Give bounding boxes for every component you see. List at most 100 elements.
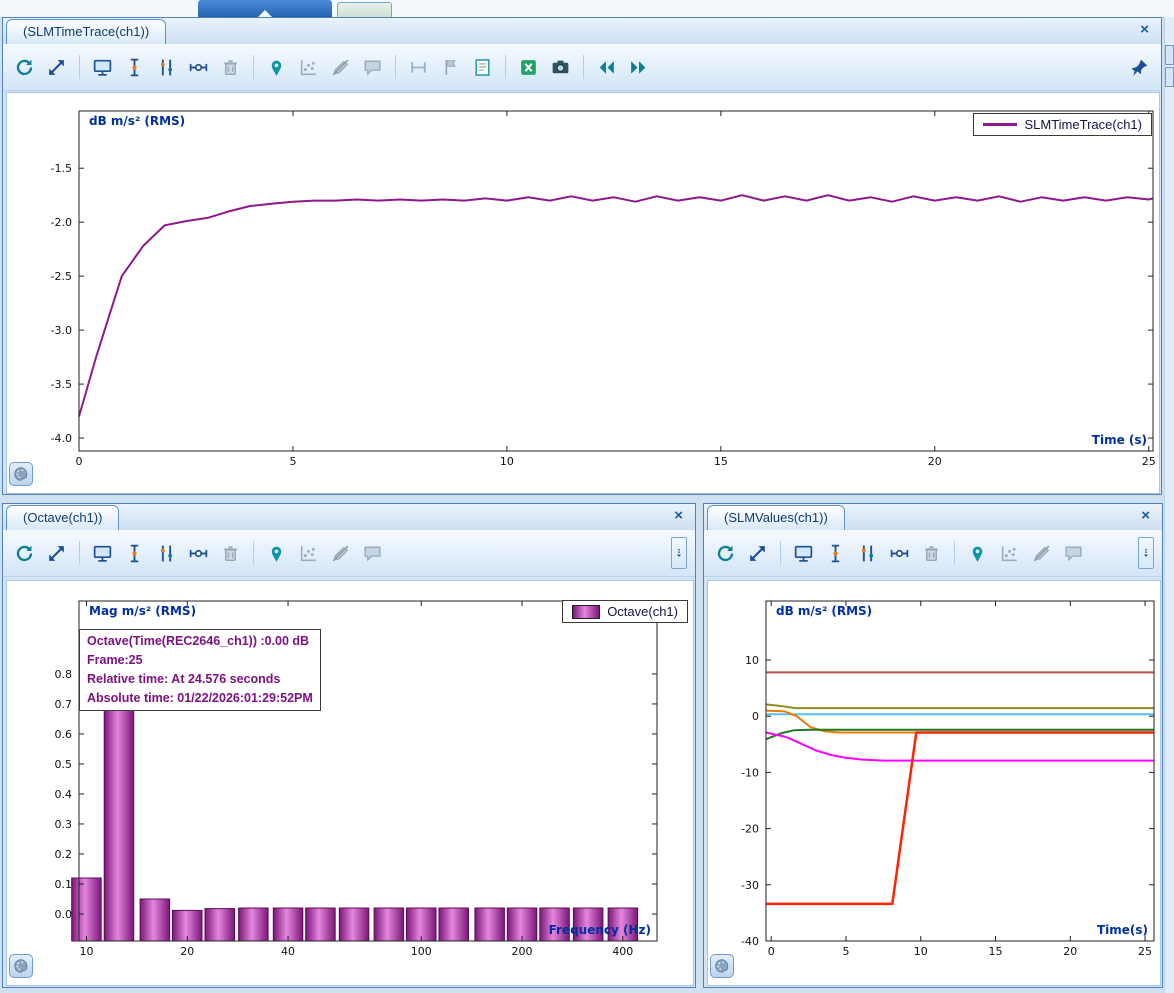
svg-text:0: 0: [76, 455, 83, 468]
slm-values-chart[interactable]: 0510152025100-10-20-30-40dB m/s² (RMS)Ti…: [707, 580, 1161, 986]
refresh-icon[interactable]: [11, 54, 38, 81]
svg-text:0: 0: [752, 710, 759, 723]
svg-text:0: 0: [768, 945, 775, 958]
tooltip-line: Absolute time: 01/22/2026:01:29:52PM: [87, 689, 313, 708]
toolbar-tools: [11, 540, 386, 567]
cursor-icon[interactable]: [121, 54, 148, 81]
svg-text:-1.5: -1.5: [51, 162, 72, 175]
svg-text:-3.0: -3.0: [51, 324, 72, 337]
svg-text:0.8: 0.8: [55, 668, 73, 681]
legend: Octave(ch1): [562, 600, 688, 623]
svg-text:5: 5: [842, 945, 849, 958]
display-icon[interactable]: [89, 54, 116, 81]
range-icon[interactable]: [405, 54, 432, 81]
flag-icon[interactable]: [437, 54, 464, 81]
svg-text:dB m/s² (RMS): dB m/s² (RMS): [776, 604, 872, 618]
display-icon[interactable]: [790, 540, 817, 567]
scroll-button-bottom[interactable]: [1165, 67, 1174, 87]
svg-text:-30: -30: [741, 879, 759, 892]
svg-text:400: 400: [612, 945, 633, 958]
scatter-icon[interactable]: [996, 540, 1023, 567]
comment-icon[interactable]: [359, 54, 386, 81]
scatter-icon[interactable]: [295, 54, 322, 81]
trash-icon[interactable]: [217, 540, 244, 567]
svg-text:-40: -40: [741, 935, 759, 948]
svg-text:25: 25: [1142, 455, 1156, 468]
time-trace-chart[interactable]: 0510152025-1.5-2.0-2.5-3.0-3.5-4.0dB m/s…: [6, 92, 1160, 494]
hcursor-icon[interactable]: [185, 540, 212, 567]
scatter-icon[interactable]: [295, 540, 322, 567]
palette-button[interactable]: [9, 462, 33, 486]
cursor-tooltip: Octave(Time(REC2646_ch1)) :0.00 dB Frame…: [79, 629, 321, 711]
tooltip-line: Frame:25: [87, 651, 313, 670]
note-icon[interactable]: [469, 54, 496, 81]
palette-button[interactable]: [9, 954, 33, 978]
sliders-icon[interactable]: [854, 540, 881, 567]
comment-icon[interactable]: [1060, 540, 1087, 567]
comment-icon[interactable]: [359, 540, 386, 567]
toolbar-divider: [583, 55, 584, 79]
close-icon[interactable]: ×: [674, 507, 683, 524]
tab-octave[interactable]: (Octave(ch1)): [6, 505, 119, 530]
pen-off-icon[interactable]: [1028, 540, 1055, 567]
tab-label: (Octave(ch1)): [23, 510, 102, 525]
refresh-icon[interactable]: [712, 540, 739, 567]
svg-text:0.1: 0.1: [55, 878, 73, 891]
hcursor-icon[interactable]: [886, 540, 913, 567]
palette-button[interactable]: [710, 954, 734, 978]
pen-off-icon[interactable]: [327, 540, 354, 567]
hcursor-icon[interactable]: [185, 54, 212, 81]
svg-text:0.5: 0.5: [55, 758, 73, 771]
toolbar-divider: [253, 55, 254, 79]
tab-label: (SLMValues(ch1)): [724, 510, 828, 525]
toolbar-tools: [712, 540, 1087, 567]
svg-text:-20: -20: [741, 823, 759, 836]
toolbar-divider: [395, 55, 396, 79]
pushpin-icon[interactable]: [1126, 54, 1153, 81]
cursor-icon[interactable]: [121, 540, 148, 567]
close-icon[interactable]: ×: [1141, 507, 1150, 524]
active-tab-notch-icon: [258, 10, 272, 17]
svg-text:-2.0: -2.0: [51, 216, 72, 229]
toolbar-divider: [253, 541, 254, 565]
panel-octave: (Octave(ch1)) × 1020401002004000.00.10.2…: [2, 503, 696, 988]
more-options-button[interactable]: [671, 537, 687, 569]
svg-text:5: 5: [289, 455, 296, 468]
svg-text:10: 10: [500, 455, 514, 468]
camera-icon[interactable]: [547, 54, 574, 81]
svg-text:10: 10: [914, 945, 928, 958]
expand-icon[interactable]: [43, 54, 70, 81]
svg-text:dB m/s² (RMS): dB m/s² (RMS): [89, 114, 185, 128]
refresh-icon[interactable]: [11, 540, 38, 567]
trash-icon[interactable]: [918, 540, 945, 567]
cursor-icon[interactable]: [822, 540, 849, 567]
legend-label: Octave(ch1): [607, 604, 678, 619]
vertical-scrollbar[interactable]: [1164, 17, 1174, 993]
svg-text:10: 10: [79, 945, 93, 958]
tab-slm-time-trace[interactable]: (SLMTimeTrace(ch1)): [6, 19, 166, 44]
sliders-icon[interactable]: [153, 54, 180, 81]
top-tab-active[interactable]: [198, 0, 332, 17]
tab-slm-values[interactable]: (SLMValues(ch1)): [707, 505, 845, 530]
octave-legend-swatch: [572, 605, 600, 619]
panel-slm-time-trace: (SLMTimeTrace(ch1)) × 0510152025-1.5-2.0…: [2, 17, 1162, 495]
svg-text:20: 20: [180, 945, 194, 958]
scroll-button-top[interactable]: [1165, 45, 1174, 65]
expand-icon[interactable]: [43, 540, 70, 567]
excel-icon[interactable]: [515, 54, 542, 81]
rewind-icon[interactable]: [593, 54, 620, 81]
pin-marker-icon[interactable]: [263, 540, 290, 567]
pen-off-icon[interactable]: [327, 54, 354, 81]
trash-icon[interactable]: [217, 54, 244, 81]
panel-slm-values: (SLMValues(ch1)) × 0510152025100-10-20-3…: [703, 503, 1163, 988]
sliders-icon[interactable]: [153, 540, 180, 567]
pin-marker-icon[interactable]: [263, 54, 290, 81]
top-tab-secondary[interactable]: [337, 2, 392, 17]
display-icon[interactable]: [89, 540, 116, 567]
expand-icon[interactable]: [744, 540, 771, 567]
more-options-button[interactable]: [1138, 537, 1154, 569]
forward-icon[interactable]: [625, 54, 652, 81]
pin-marker-icon[interactable]: [964, 540, 991, 567]
close-icon[interactable]: ×: [1140, 21, 1149, 38]
tooltip-line: Relative time: At 24.576 seconds: [87, 670, 313, 689]
